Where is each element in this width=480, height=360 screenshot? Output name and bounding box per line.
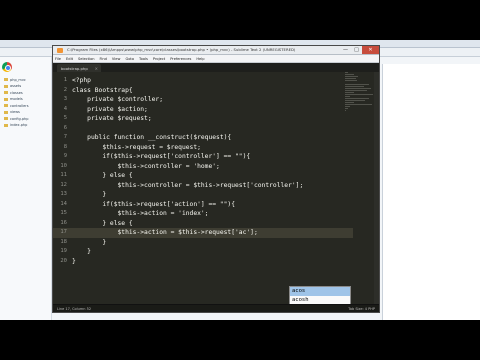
code-line[interactable]: 20} bbox=[53, 257, 353, 267]
menu-item[interactable]: Goto bbox=[125, 57, 134, 61]
editor-scrollbar[interactable] bbox=[374, 72, 379, 306]
title-bar: C:\Program Files (x86)\Ampps\www\php_mvc… bbox=[53, 46, 379, 55]
sidebar-item[interactable]: config.php bbox=[4, 116, 28, 121]
folder-icon bbox=[4, 84, 8, 88]
autocomplete-popup[interactable]: acosacoshactionapc_addapd_callstackapd_c… bbox=[289, 286, 351, 306]
menu-item[interactable]: Selection bbox=[78, 57, 95, 61]
folder-icon bbox=[4, 78, 8, 81]
status-syntax: Tab Size: 4 PHP bbox=[348, 306, 375, 311]
code-line[interactable]: 3 private $controller; bbox=[53, 95, 353, 105]
code-line[interactable]: 2 class Bootstrap{ bbox=[53, 86, 353, 96]
maximize-button[interactable]: □ bbox=[351, 46, 362, 54]
menu-item[interactable]: Help bbox=[196, 57, 204, 61]
code-line[interactable]: 4 private $action; bbox=[53, 105, 353, 115]
sublime-window: C:\Program Files (x86)\Ampps\www\php_mvc… bbox=[52, 45, 380, 313]
code-line[interactable]: 6 bbox=[53, 124, 353, 134]
menu-item[interactable]: Find bbox=[100, 57, 107, 61]
sidebar-item[interactable]: assets bbox=[4, 84, 21, 89]
menu-item[interactable]: Tools bbox=[139, 57, 148, 61]
sidebar-item[interactable]: classes bbox=[4, 90, 23, 95]
sidebar-item-label: controllers bbox=[10, 103, 29, 108]
menu-item[interactable]: File bbox=[55, 57, 61, 61]
code-line[interactable]: 10 $this->controller = 'home'; bbox=[53, 162, 353, 172]
line-source: } else { bbox=[72, 172, 133, 179]
line-source: private $action; bbox=[72, 105, 148, 113]
autocomplete-item[interactable]: acos bbox=[290, 287, 350, 297]
line-source: $this->action = 'index'; bbox=[72, 210, 209, 217]
status-position: Line 17, Column 52 bbox=[57, 306, 92, 311]
minimap-line bbox=[345, 79, 357, 82]
sidebar-item-label: assets bbox=[10, 84, 22, 88]
code-line[interactable]: 8 $this->request = $request; bbox=[53, 143, 353, 153]
sidebar-item-label: models bbox=[10, 97, 23, 101]
sidebar-item-label: config.php bbox=[10, 116, 29, 121]
window-controls: — □ ✕ bbox=[340, 46, 379, 54]
status-bar: Line 17, Column 52 Tab Size: 4 PHP bbox=[53, 304, 379, 312]
close-button[interactable]: ✕ bbox=[362, 46, 379, 54]
line-source: private $request; bbox=[72, 115, 152, 122]
line-source: $this->controller = 'home'; bbox=[72, 162, 220, 170]
line-gutter bbox=[53, 72, 77, 306]
sidebar-item[interactable]: models bbox=[4, 97, 23, 102]
folder-icon bbox=[4, 104, 8, 107]
background-editor-panel bbox=[382, 64, 480, 320]
line-source: $this->action = $this->request['ac']; bbox=[72, 229, 258, 236]
sublime-icon bbox=[57, 48, 63, 53]
code-line[interactable]: 19 } bbox=[53, 247, 353, 257]
tab-close-icon[interactable]: × bbox=[95, 66, 98, 71]
project-sidebar: php_mvcassets classes models controllers vie… bbox=[0, 57, 52, 320]
sidebar-item[interactable]: index.php bbox=[4, 123, 27, 128]
sidebar-item-label: index.php bbox=[10, 123, 28, 127]
code-line[interactable]: 16 } else { bbox=[53, 219, 353, 229]
menu-item[interactable]: View bbox=[112, 57, 121, 61]
code-line[interactable]: 5 private $request; bbox=[53, 114, 353, 124]
menu-item[interactable]: Edit bbox=[66, 57, 73, 61]
screen: php_mvcassets classes models controllers vie… bbox=[0, 40, 480, 320]
tab-bar: bootstrap.php × bbox=[53, 63, 379, 72]
line-source: } bbox=[72, 238, 107, 246]
window-title: C:\Program Files (x86)\Ampps\www\php_mvc… bbox=[67, 47, 296, 52]
tab-label: bootstrap.php bbox=[61, 65, 88, 71]
line-source: if($this->request['action'] == ""){ bbox=[72, 200, 236, 208]
menu-item[interactable]: Preferences bbox=[170, 57, 191, 61]
menu-bar: File Edit Selection Find View Goto Tools Projec… bbox=[53, 55, 379, 63]
line-source: } bbox=[72, 191, 107, 198]
line-source: private $controller; bbox=[72, 96, 163, 103]
folder-icon bbox=[4, 91, 8, 94]
line-source: } else { bbox=[72, 219, 133, 227]
minimap[interactable] bbox=[345, 72, 373, 112]
sidebar-item-label: classes bbox=[10, 90, 23, 95]
folder-icon bbox=[4, 123, 8, 127]
code-line[interactable]: 13 } bbox=[53, 190, 353, 200]
code-line[interactable]: 11 } else { bbox=[53, 171, 353, 181]
sidebar-item[interactable]: php_mvc bbox=[4, 77, 26, 82]
code-line[interactable]: 18 } bbox=[53, 238, 353, 248]
sidebar-item-label: php_mvc bbox=[10, 77, 26, 82]
line-source: public function __construct($request){ bbox=[72, 134, 232, 141]
menu-item[interactable]: Project bbox=[153, 57, 165, 61]
code-line[interactable]: 15 $this->action = 'index'; bbox=[53, 209, 353, 219]
folder-icon bbox=[4, 110, 8, 114]
line-source: $this->request = $request; bbox=[72, 143, 201, 151]
code-line[interactable]: 7 public function __construct($request){ bbox=[53, 133, 353, 143]
code-line[interactable]: 17 $this->action = $this->request['ac']; bbox=[53, 228, 353, 238]
sidebar-item-label: views bbox=[10, 110, 20, 114]
tab-bootstrap[interactable]: bootstrap.php × bbox=[57, 64, 101, 72]
minimize-button[interactable]: — bbox=[340, 46, 351, 54]
line-source: if($this->request['controller'] == ""){ bbox=[72, 153, 251, 160]
code-line[interactable]: 9 if($this->request['controller'] == "")… bbox=[53, 152, 353, 162]
minimap-line bbox=[345, 109, 346, 112]
code-line[interactable]: 12 $this->controller = $this->request['c… bbox=[53, 181, 353, 191]
code-editor[interactable]: 20} 19 } 18 } 17 $this->action = $this->req… bbox=[53, 72, 379, 306]
sidebar-item[interactable]: controllers bbox=[4, 103, 29, 108]
folder-icon bbox=[4, 117, 8, 120]
folder-icon bbox=[4, 97, 8, 101]
chrome-icon[interactable] bbox=[2, 62, 12, 72]
line-source: $this->controller = $this->request['cont… bbox=[72, 181, 304, 189]
code-line[interactable]: 14 if($this->request['action'] == ""){ bbox=[53, 200, 353, 210]
line-source: class Bootstrap{ bbox=[72, 86, 133, 94]
code-line[interactable]: 1 <?php bbox=[53, 76, 353, 86]
sidebar-item[interactable]: views bbox=[4, 110, 20, 115]
